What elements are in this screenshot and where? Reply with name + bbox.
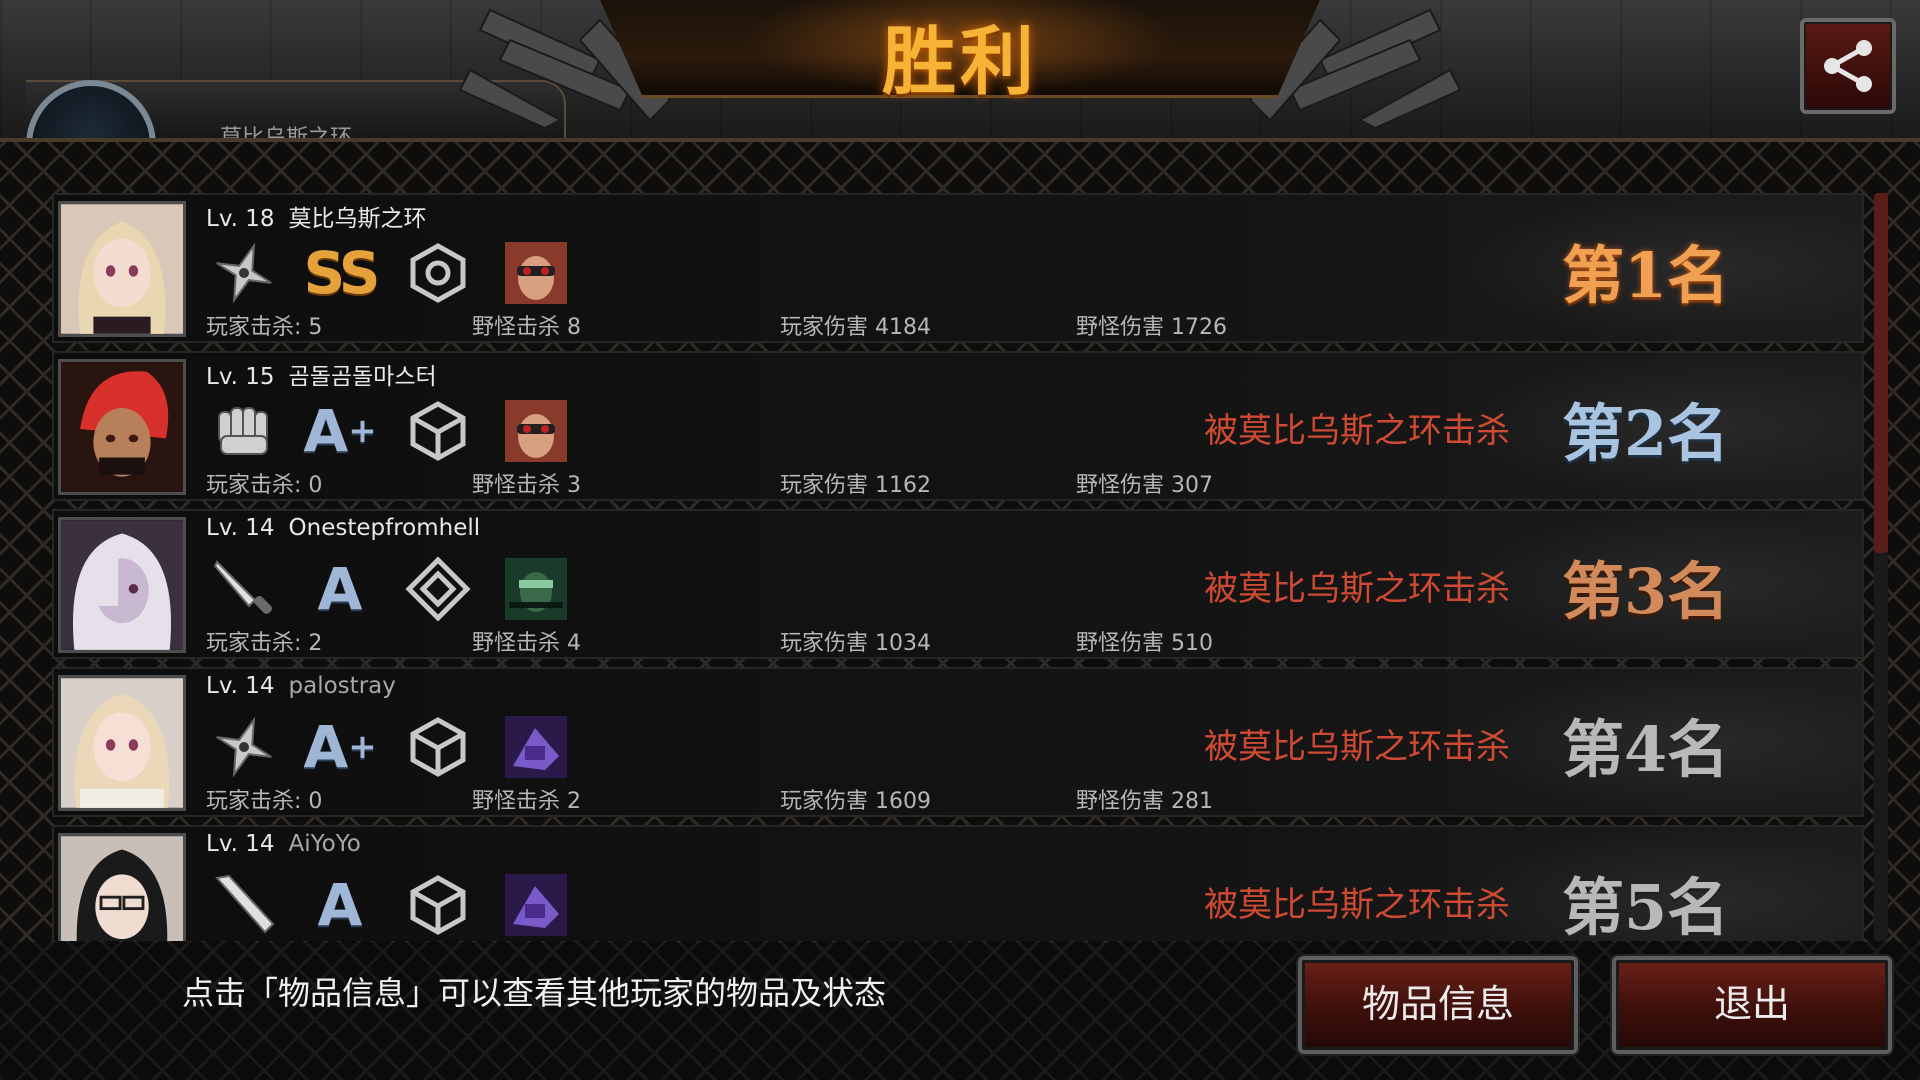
rank-label: 第3名 xyxy=(1562,555,1730,628)
soldier-portrait-icon xyxy=(500,553,572,625)
cube-emblem-icon xyxy=(402,711,474,783)
cube-emblem-icon xyxy=(402,395,474,467)
exit-button[interactable]: 退出 xyxy=(1612,956,1892,1054)
player-level: Lv. 15 xyxy=(206,364,275,390)
player-row[interactable]: Lv. 14 Onestepfromhell A 玩家击杀: 2 野怪击杀 4 玩… xyxy=(52,509,1864,659)
avatar xyxy=(58,359,186,495)
killed-by-text: 被莫比乌斯之环击杀 xyxy=(1204,727,1510,767)
player-level: Lv. 14 xyxy=(206,831,275,857)
player-level: Lv. 14 xyxy=(206,673,275,699)
grade-badge: A + xyxy=(303,397,377,465)
share-button[interactable] xyxy=(1800,18,1896,114)
player-kills: 玩家击杀: 5 xyxy=(206,315,323,340)
grade-badge: A xyxy=(317,871,363,939)
rank-label: 第4名 xyxy=(1562,713,1730,786)
diamond-emblem-icon xyxy=(402,553,474,625)
player-damage: 玩家伤害 1609 xyxy=(780,789,931,814)
monster-damage: 野怪伤害 307 xyxy=(1076,473,1213,498)
monster-damage: 野怪伤害 1726 xyxy=(1076,315,1227,340)
killed-by-text: 被莫比乌斯之环击杀 xyxy=(1204,885,1510,925)
shuriken-icon xyxy=(208,711,280,783)
player-row[interactable]: Lv. 14 palostray A + 玩家击杀: 0 野怪击杀 2 玩家伤害 1… xyxy=(52,667,1864,817)
player-kills: 玩家击杀: 0 xyxy=(206,473,323,498)
share-icon xyxy=(1824,40,1872,92)
shuriken-icon xyxy=(208,237,280,309)
player-row[interactable]: Lv. 14 AiYoYo A 被莫比乌斯之环击杀 第5名 xyxy=(52,825,1864,941)
fist-icon xyxy=(208,395,280,467)
results-list[interactable]: Lv. 18 莫比乌斯之环 SS 玩家击杀: 5 野怪击杀 8 玩家伤害 4184… xyxy=(52,193,1864,941)
player-name: 莫比乌斯之环 xyxy=(288,206,427,232)
knife-icon xyxy=(208,553,280,625)
grade-badge: SS xyxy=(303,239,381,307)
player-damage: 玩家伤害 1162 xyxy=(780,473,931,498)
goggles-portrait-icon xyxy=(500,237,572,309)
player-level: Lv. 18 xyxy=(206,206,275,232)
grade-badge: A + xyxy=(303,713,377,781)
player-kills: 玩家击杀: 0 xyxy=(206,789,323,814)
goggles-portrait-icon xyxy=(500,395,572,467)
victory-title: 胜利 xyxy=(882,19,1038,105)
cube-emblem-icon xyxy=(402,869,474,941)
list-scrollbar[interactable] xyxy=(1874,193,1888,941)
hint-text: 点击「物品信息」可以查看其他玩家的物品及状态 xyxy=(182,974,887,1012)
player-level: Lv. 14 xyxy=(206,515,275,541)
purple-gear-icon xyxy=(500,869,572,941)
avatar xyxy=(58,201,186,337)
scrollbar-thumb[interactable] xyxy=(1874,193,1888,553)
purple-gear-icon xyxy=(500,711,572,783)
player-name: AiYoYo xyxy=(288,831,361,857)
item-info-button[interactable]: 物品信息 xyxy=(1298,956,1578,1054)
monster-kills: 野怪击杀 3 xyxy=(472,473,581,498)
grade-badge: A xyxy=(317,555,363,623)
player-row[interactable]: Lv. 15 곰돌곰돌마스터 A + 玩家击杀: 0 野怪击杀 3 玩家伤害 116… xyxy=(52,351,1864,501)
player-row[interactable]: Lv. 18 莫比乌斯之环 SS 玩家击杀: 5 野怪击杀 8 玩家伤害 4184… xyxy=(52,193,1864,343)
monster-kills: 野怪击杀 4 xyxy=(472,631,581,656)
avatar xyxy=(58,675,186,811)
player-damage: 玩家伤害 4184 xyxy=(780,315,931,340)
killed-by-text: 被莫比乌斯之环击杀 xyxy=(1204,411,1510,451)
player-name: 곰돌곰돌마스터 xyxy=(288,364,437,390)
monster-damage: 野怪伤害 281 xyxy=(1076,789,1213,814)
player-name: Onestepfromhell xyxy=(288,515,481,541)
bat-icon xyxy=(208,869,280,941)
triad-emblem-icon xyxy=(402,237,474,309)
monster-kills: 野怪击杀 2 xyxy=(472,789,581,814)
rank-label: 第2名 xyxy=(1562,397,1730,470)
rank-label: 第5名 xyxy=(1562,871,1730,941)
player-kills: 玩家击杀: 2 xyxy=(206,631,323,656)
monster-damage: 野怪伤害 510 xyxy=(1076,631,1213,656)
avatar xyxy=(58,517,186,653)
player-name: palostray xyxy=(288,673,396,699)
avatar xyxy=(58,833,186,941)
rank-label: 第1名 xyxy=(1562,239,1730,312)
monster-kills: 野怪击杀 8 xyxy=(472,315,581,340)
killed-by-text: 被莫比乌斯之环击杀 xyxy=(1204,569,1510,609)
player-damage: 玩家伤害 1034 xyxy=(780,631,931,656)
